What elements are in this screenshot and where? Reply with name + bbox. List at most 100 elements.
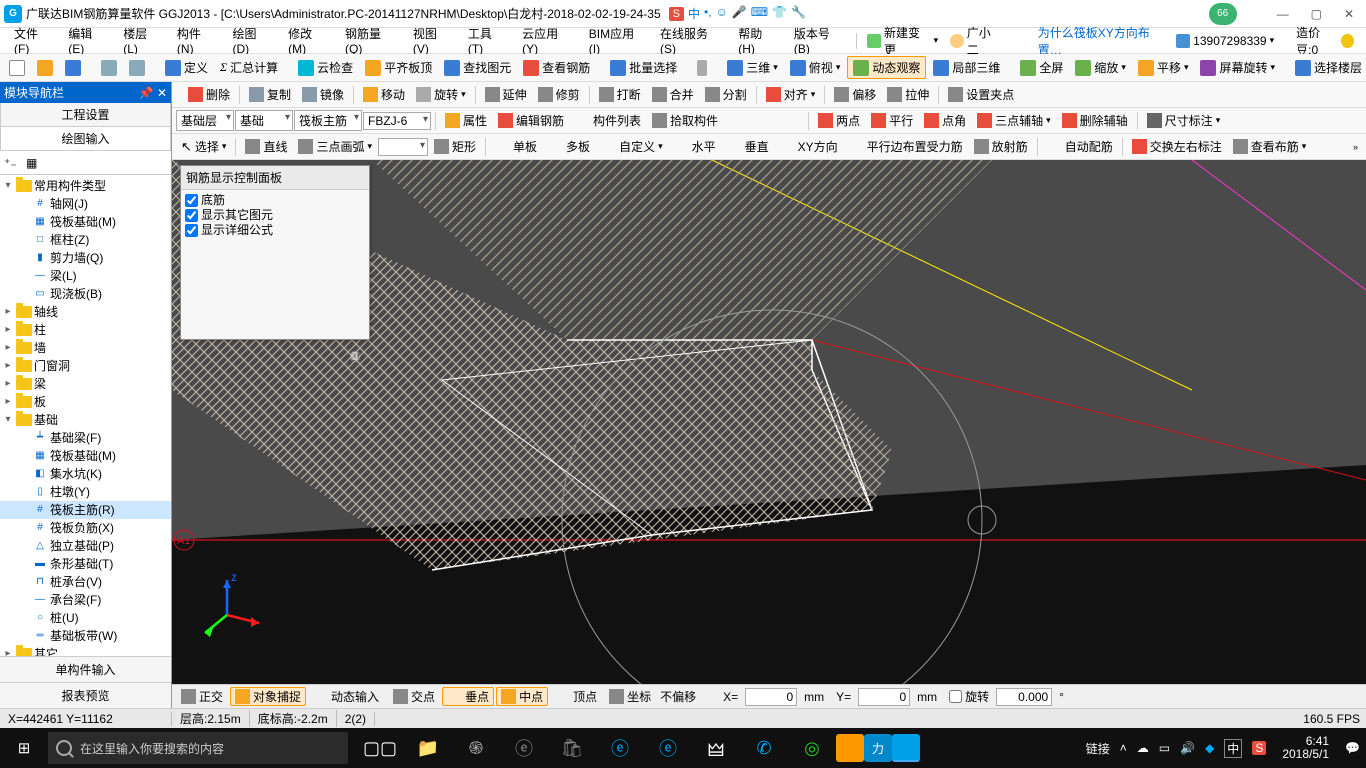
app-ie-icon[interactable]: ⓔ xyxy=(644,728,692,768)
tray-cast-icon[interactable]: ▭ xyxy=(1159,741,1170,755)
component-list-button[interactable]: 构件列表 xyxy=(570,111,646,130)
tree-leaf[interactable]: —承台梁(F) xyxy=(0,591,171,609)
multi-plate-button[interactable]: 多板 xyxy=(543,137,595,156)
flat-top-button[interactable]: 平齐板顶 xyxy=(360,57,437,78)
xy-dir-button[interactable]: XY方向 xyxy=(775,137,843,156)
perp-snap[interactable]: 垂点 xyxy=(442,687,494,706)
app-edge-icon[interactable]: ⓔ xyxy=(500,728,548,768)
width-input[interactable] xyxy=(378,138,428,156)
find-graph-button[interactable]: 查找图元 xyxy=(439,57,516,78)
tree-leaf[interactable]: □框柱(Z) xyxy=(0,231,171,249)
redo-icon[interactable] xyxy=(124,58,150,78)
tree-leaf[interactable]: ○桩(U) xyxy=(0,609,171,627)
offset-mode-select[interactable]: 不偏移 xyxy=(660,688,716,705)
undo-icon[interactable] xyxy=(96,58,122,78)
nav-addsub-icon[interactable]: ⁺₋ xyxy=(4,156,20,170)
system-tray[interactable]: 链接 ˄ ☁ ▭ 🔊 ◆ 中 S 6:41 2018/5/1 💬 xyxy=(1080,735,1366,761)
batch-select-button[interactable]: 批量选择 xyxy=(605,57,682,78)
tree-leaf[interactable]: ▭现浇板(B) xyxy=(0,285,171,303)
component-select[interactable]: 筏板主筋 xyxy=(294,110,362,131)
app-ggj-icon[interactable] xyxy=(892,734,920,762)
tree-leaf[interactable]: ⊓桩承台(V) xyxy=(0,573,171,591)
tray-notifications-icon[interactable]: 💬 xyxy=(1345,741,1360,755)
select-floor-button[interactable]: 选择楼层 xyxy=(1290,57,1366,78)
app-360-icon[interactable]: ◎ xyxy=(788,728,836,768)
floor-select[interactable]: 基础层 xyxy=(176,110,234,131)
stretch-button[interactable]: 拉伸 xyxy=(882,85,934,104)
tree-group[interactable]: ▸门窗洞 xyxy=(0,357,171,375)
view-3d-button[interactable]: 三维▾ xyxy=(722,57,783,78)
app-chrome-icon[interactable]: 🜲 xyxy=(692,728,740,768)
dynamic-view-button[interactable]: 动态观察 xyxy=(847,56,926,79)
app-folder-icon[interactable]: 📁 xyxy=(404,728,452,768)
component-tree[interactable]: ▾常用构件类型#轴网(J)▦筏板基础(M)□框柱(Z)▮剪力墙(Q)—梁(L)▭… xyxy=(0,175,171,656)
tree-leaf[interactable]: #筏板主筋(R) xyxy=(0,501,171,519)
tree-group[interactable]: ▾常用构件类型 xyxy=(0,177,171,195)
offset-button[interactable]: 偏移 xyxy=(829,85,881,104)
ime-icons[interactable]: 中•,☺🎤⌨👕🔧 xyxy=(688,5,806,22)
user-id[interactable]: 13907298339▾ xyxy=(1170,32,1280,50)
overlook-button[interactable]: 俯视▾ xyxy=(785,57,846,78)
windows-taskbar[interactable]: ⊞ 在这里输入你要搜索的内容 ▢▢ 📁 ֍ ⓔ 🛍 ⓔ ⓔ 🜲 ✆ ◎ 力 链接… xyxy=(0,728,1366,768)
tree-leaf[interactable]: ▦筏板基础(M) xyxy=(0,447,171,465)
line-button[interactable]: 直线 xyxy=(240,137,292,156)
rotate-input[interactable] xyxy=(996,688,1052,706)
tree-group[interactable]: ▸其它 xyxy=(0,645,171,656)
tree-leaf[interactable]: ┷基础梁(F) xyxy=(0,429,171,447)
three-aux-button[interactable]: 三点辅轴▾ xyxy=(972,111,1056,130)
select-button[interactable]: ↖选择▾ xyxy=(176,137,231,156)
opt-bottom-rebar[interactable]: 底筋 xyxy=(185,193,365,208)
code-select[interactable]: FBZJ-6 xyxy=(363,112,431,130)
break-button[interactable]: 打断 xyxy=(594,85,646,104)
view-rebar-button[interactable]: 查看钢筋 xyxy=(518,57,595,78)
ime-badge[interactable]: S xyxy=(669,7,684,21)
start-button[interactable]: ⊞ xyxy=(0,739,48,757)
screen-rotate-button[interactable]: 屏幕旋转▾ xyxy=(1195,57,1280,78)
two-point-button[interactable]: 两点 xyxy=(813,111,865,130)
y-input[interactable] xyxy=(858,688,910,706)
nav-report-preview[interactable]: 报表预览 xyxy=(0,682,171,708)
custom-button[interactable]: 自定义▾ xyxy=(596,137,668,156)
view-layout-button[interactable]: 查看布筋▾ xyxy=(1228,137,1312,156)
opt-show-other[interactable]: 显示其它图元 xyxy=(185,208,365,223)
vert-button[interactable]: 垂直 xyxy=(722,137,774,156)
app-orange1-icon[interactable] xyxy=(836,734,864,762)
arc3-button[interactable]: 三点画弧▾ xyxy=(293,137,377,156)
app-edge2-icon[interactable]: ⓔ xyxy=(596,728,644,768)
mirror-button[interactable]: 镜像 xyxy=(297,85,349,104)
tree-group[interactable]: ▸轴线 xyxy=(0,303,171,321)
tree-leaf[interactable]: —梁(L) xyxy=(0,267,171,285)
copy-button[interactable]: 复制 xyxy=(244,85,296,104)
props-button[interactable]: 属性 xyxy=(440,111,492,130)
tree-leaf[interactable]: ▮剪力墙(Q) xyxy=(0,249,171,267)
pin-icon[interactable]: 📌 xyxy=(139,86,154,100)
tree-leaf[interactable]: ▯柱墩(Y) xyxy=(0,483,171,501)
tray-clock[interactable]: 6:41 2018/5/1 xyxy=(1282,735,1329,761)
taskbar-search[interactable]: 在这里输入你要搜索的内容 xyxy=(48,732,348,764)
tree-leaf[interactable]: ▦筏板基础(M) xyxy=(0,213,171,231)
intersect-snap[interactable]: 交点 xyxy=(388,687,440,706)
nav-tab-draw[interactable]: 绘图输入 xyxy=(0,127,171,151)
align-button[interactable]: 对齐▾ xyxy=(761,85,821,104)
tray-volume-icon[interactable]: 🔊 xyxy=(1180,741,1195,755)
tray-cloud-icon[interactable]: ☁ xyxy=(1137,741,1149,755)
mid-snap[interactable]: 中点 xyxy=(496,687,548,706)
help-link[interactable]: 为什么筏板XY方向布置… xyxy=(1038,24,1170,58)
dyninput-toggle[interactable]: 动态输入 xyxy=(308,687,384,706)
swap-lr-button[interactable]: 交换左右标注 xyxy=(1127,137,1227,156)
minimize-button[interactable]: — xyxy=(1277,7,1289,21)
tree-leaf[interactable]: ◧集水坑(K) xyxy=(0,465,171,483)
rect-button[interactable]: 矩形 xyxy=(429,137,481,156)
close-button[interactable]: ✕ xyxy=(1344,7,1354,21)
nav-single-input[interactable]: 单构件输入 xyxy=(0,656,171,682)
new-file-icon[interactable] xyxy=(4,58,30,78)
local-3d-button[interactable]: 局部三维 xyxy=(928,57,1005,78)
rebar-display-panel[interactable]: 钢筋显示控制面板 底筋 显示其它图元 显示详细公式 xyxy=(180,165,370,340)
toolbar-overflow-icon[interactable]: » xyxy=(1353,142,1362,152)
app-swirl-icon[interactable]: ֍ xyxy=(452,728,500,768)
save-icon[interactable] xyxy=(60,58,86,78)
trim-button[interactable]: 修剪 xyxy=(533,85,585,104)
tray-ime-icon[interactable]: 中 xyxy=(1224,739,1242,758)
split-button[interactable]: 分割 xyxy=(700,85,752,104)
radial-rebar-button[interactable]: 放射筋 xyxy=(969,137,1033,156)
